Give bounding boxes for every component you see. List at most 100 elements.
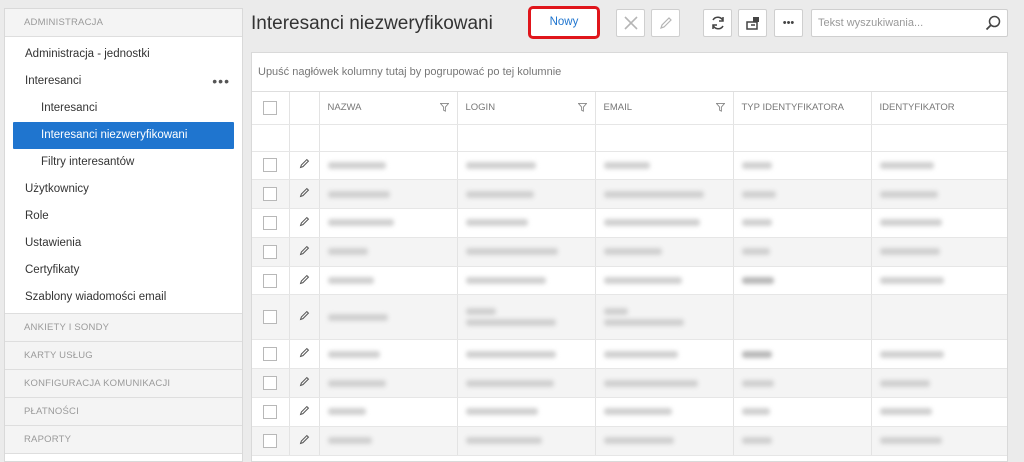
filter-cell-typ[interactable] [733,124,872,152]
row-edit-cell [289,426,320,456]
sidebar-item-administracja-jednostki[interactable]: Administracja - jednostki [5,41,242,68]
table-cell [319,339,458,370]
row-checkbox[interactable] [263,347,278,362]
row-checkbox[interactable] [263,433,278,448]
column-header-identyfikator[interactable]: IDENTYFIKATOR [871,92,1007,125]
table-cell [457,368,596,399]
row-checkbox[interactable] [263,273,278,288]
pencil-icon[interactable] [299,158,310,169]
table-cell [319,237,458,267]
table-row[interactable] [252,208,1007,238]
sidebar-item-filtry-interesantow[interactable]: Filtry interesantów [5,149,242,176]
row-select-cell [252,208,290,238]
row-checkbox[interactable] [263,215,278,230]
table-row[interactable] [252,237,1007,267]
search-input[interactable] [812,10,972,36]
column-header-login[interactable]: LOGIN [457,92,596,125]
section-raporty[interactable]: RAPORTY [5,426,242,454]
administracja-nav: Administracja - jednostki Interesanci ••… [5,37,242,314]
row-edit-cell [289,368,320,399]
section-administracja[interactable]: ADMINISTRACJA [5,9,242,37]
pencil-icon [659,17,672,29]
row-edit-cell [289,294,320,341]
delete-button[interactable] [616,9,645,37]
filter-cell-nazwa[interactable] [319,124,458,152]
filter-row [252,124,1007,152]
sidebar-item-interesanci-niezweryfikowani[interactable]: Interesanci niezweryfikowani [13,122,234,149]
pencil-icon[interactable] [299,434,310,445]
table-cell [595,208,734,238]
filter-icon[interactable] [577,103,587,112]
refresh-button[interactable] [703,9,732,37]
table-cell [457,397,596,427]
table-row[interactable] [252,266,1007,296]
filter-cell-email[interactable] [595,124,734,152]
pencil-icon[interactable] [299,245,310,256]
sidebar-item-szablony-email[interactable]: Szablony wiadomości email [5,284,242,311]
row-checkbox[interactable] [263,244,278,259]
column-header-email[interactable]: EMAIL [595,92,734,125]
table-cell [733,266,872,296]
group-panel[interactable]: Upuść nagłówek kolumny tutaj by pogrupow… [252,53,1007,92]
table-cell [733,294,872,341]
sidebar-item-certyfikaty[interactable]: Certyfikaty [5,257,242,284]
section-platnosci[interactable]: PŁATNOŚCI [5,398,242,426]
pencil-icon[interactable] [299,310,310,321]
table-cell [733,426,872,456]
filter-cell-identyfikator[interactable] [871,124,1007,152]
row-checkbox[interactable] [263,404,278,419]
edit-button[interactable] [651,9,680,37]
pencil-icon[interactable] [299,187,310,198]
more-options-button[interactable]: ••• [774,9,803,37]
table-row[interactable] [252,368,1007,399]
table-row[interactable] [252,294,1007,341]
table-row[interactable] [252,426,1007,456]
export-button[interactable] [738,9,767,37]
table-cell [871,339,1007,370]
table-cell [733,339,872,370]
row-select-cell [252,179,290,210]
column-header-nazwa[interactable]: NAZWA [319,92,458,125]
table-row[interactable] [252,397,1007,427]
filter-icon[interactable] [715,103,725,112]
sidebar-item-uzytkownicy[interactable]: Użytkownicy [5,176,242,203]
section-karty-uslug[interactable]: KARTY USŁUG [5,342,242,370]
section-ankiety-i-sondy[interactable]: ANKIETY I SONDY [5,314,242,342]
sidebar-item-ustawienia[interactable]: Ustawienia [5,230,242,257]
sidebar-item-interesanci[interactable]: Interesanci [5,95,242,122]
more-icon[interactable]: ••• [212,68,230,95]
table-row[interactable] [252,339,1007,370]
row-checkbox[interactable] [263,187,278,202]
pencil-icon[interactable] [299,347,310,358]
sidebar: ADMINISTRACJA Administracja - jednostki … [4,8,243,462]
row-edit-cell [289,397,320,427]
sidebar-item-role[interactable]: Role [5,203,242,230]
select-all-checkbox[interactable] [263,100,278,115]
pencil-icon[interactable] [299,405,310,416]
table-row[interactable] [252,179,1007,210]
new-button[interactable]: Nowy [528,6,600,39]
pencil-icon[interactable] [299,216,310,227]
row-checkbox[interactable] [263,376,278,391]
pencil-icon[interactable] [299,376,310,387]
column-header-typ-identyfikatora[interactable]: TYP IDENTYFIKATORA [733,92,872,125]
row-checkbox[interactable] [263,310,278,325]
table-row[interactable] [252,151,1007,181]
filter-cell-login[interactable] [457,124,596,152]
data-grid: Upuść nagłówek kolumny tutaj by pogrupow… [251,52,1008,462]
table-cell [457,151,596,181]
table-cell [871,397,1007,427]
table-cell [457,426,596,456]
search-icon[interactable] [985,15,1001,31]
table-cell [457,237,596,267]
table-cell [871,266,1007,296]
pencil-icon[interactable] [299,274,310,285]
section-konfiguracja-komunikacji[interactable]: KONFIGURACJA KOMUNIKACJI [5,370,242,398]
sidebar-item-interesanci-group[interactable]: Interesanci ••• [5,68,242,95]
table-cell [733,151,872,181]
table-cell [595,294,734,341]
filter-icon[interactable] [439,103,449,112]
row-checkbox[interactable] [263,158,278,173]
close-icon [623,16,638,30]
column-label: NAZWA [327,102,362,114]
